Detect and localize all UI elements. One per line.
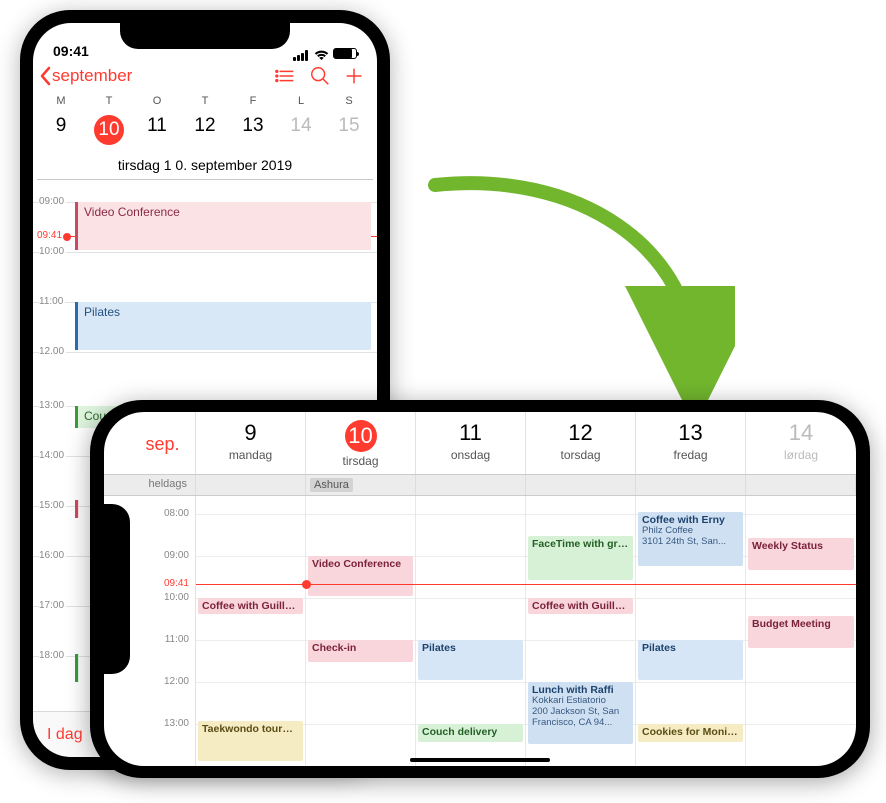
list-view-button[interactable]	[269, 65, 303, 87]
allday-cell[interactable]	[196, 475, 306, 495]
screen-landscape: sep. 9mandag 10tirsdag 11onsdag 12torsda…	[104, 412, 856, 766]
allday-cell[interactable]	[416, 475, 526, 495]
allday-label: heldags	[104, 475, 196, 495]
day-number[interactable]: 15	[325, 111, 373, 149]
event-coffee-erny[interactable]: Coffee with Erny Philz Coffee 3101 24th …	[638, 512, 743, 566]
allday-cell[interactable]	[526, 475, 636, 495]
day-column-header[interactable]: 12torsdag	[526, 412, 636, 474]
weekday-row: M T O T F L S	[37, 95, 373, 107]
event-marker[interactable]	[75, 500, 79, 518]
hour-label: 12:00	[164, 676, 189, 687]
home-indicator[interactable]	[410, 758, 550, 762]
allday-cell[interactable]	[746, 475, 856, 495]
weekday-label: T	[181, 95, 229, 107]
notch	[104, 504, 130, 674]
hour-label: 18:00	[39, 650, 66, 661]
day-column-header[interactable]: 11onsdag	[416, 412, 526, 474]
hour-label: 12.00	[39, 346, 66, 357]
day-number-row: 9 10 11 12 13 14 15	[37, 111, 373, 149]
notch	[120, 23, 290, 49]
event-lunch-raffi[interactable]: Lunch with Raffi Kokkari Estiatorio 200 …	[528, 682, 633, 744]
day-column[interactable]: Weekly Status Budget Meeting	[746, 496, 856, 766]
event-pilates[interactable]: Pilates	[75, 302, 371, 350]
hour-label: 09:00	[39, 196, 66, 207]
event-pilates[interactable]: Pilates	[638, 640, 743, 680]
event-video-conference[interactable]: Video Conference	[75, 202, 371, 250]
add-event-button[interactable]	[337, 65, 371, 87]
day-column-today[interactable]: Video Conference Check-in	[306, 496, 416, 766]
day-column[interactable]: FaceTime with grandma Coffee with Guille…	[526, 496, 636, 766]
now-time-label: 09:41	[164, 578, 189, 589]
hour-label: 09:00	[164, 550, 189, 561]
day-column-header[interactable]: 13fredag	[636, 412, 746, 474]
status-icons	[293, 48, 357, 59]
hour-label: 11:00	[165, 634, 189, 645]
day-column[interactable]: Coffee with Guille... Taekwondo tourname…	[196, 496, 306, 766]
event-pilates[interactable]: Pilates	[418, 640, 523, 680]
event-budget-meeting[interactable]: Budget Meeting	[748, 616, 854, 648]
back-label: september	[52, 66, 132, 86]
event-taekwondo[interactable]: Taekwondo tournament	[198, 721, 303, 761]
nav-bar: september	[33, 61, 377, 95]
allday-cell[interactable]: Ashura	[306, 475, 416, 495]
week-header: sep. 9mandag 10tirsdag 11onsdag 12torsda…	[104, 412, 856, 475]
event-cookies[interactable]: Cookies for Monic...	[638, 724, 743, 742]
day-column-header-today[interactable]: 10tirsdag	[306, 412, 416, 474]
hour-label: 13:00	[164, 718, 189, 729]
weekday-label: O	[133, 95, 181, 107]
day-number[interactable]: 11	[133, 111, 181, 149]
day-number[interactable]: 14	[277, 111, 325, 149]
event-check-in[interactable]: Check-in	[308, 640, 413, 662]
day-column[interactable]: Coffee with Erny Philz Coffee 3101 24th …	[636, 496, 746, 766]
month-button[interactable]: sep.	[104, 412, 196, 474]
hour-label: 11:00	[39, 296, 65, 307]
event-coffee-guille[interactable]: Coffee with Guille...	[198, 598, 303, 614]
allday-cell[interactable]	[636, 475, 746, 495]
hour-label: 08:00	[164, 508, 189, 519]
day-number[interactable]: 12	[181, 111, 229, 149]
battery-icon	[333, 48, 357, 59]
weekday-label: T	[85, 95, 133, 107]
weekday-label: M	[37, 95, 85, 107]
hour-label: 14:00	[39, 450, 66, 461]
hour-label: 17:00	[39, 600, 66, 611]
day-number-today[interactable]: 10	[85, 111, 133, 149]
day-column-header[interactable]: 14lørdag	[746, 412, 856, 474]
day-column-header[interactable]: 9mandag	[196, 412, 306, 474]
event-video-conference[interactable]: Video Conference	[308, 556, 413, 596]
rotation-arrow	[395, 175, 735, 415]
event-marker[interactable]	[75, 654, 79, 682]
device-frame-landscape: sep. 9mandag 10tirsdag 11onsdag 12torsda…	[90, 400, 870, 778]
search-button[interactable]	[303, 65, 337, 87]
allday-event-ashura[interactable]: Ashura	[310, 478, 353, 492]
day-number[interactable]: 13	[229, 111, 277, 149]
hour-label: 15:00	[39, 500, 66, 511]
hour-label: 16:00	[39, 550, 66, 561]
now-time-label: 09:41	[37, 230, 62, 241]
status-time: 09:41	[53, 43, 89, 59]
weekday-label: S	[325, 95, 373, 107]
event-weekly-status[interactable]: Weekly Status	[748, 538, 854, 570]
hour-label: 10:00	[39, 246, 66, 257]
event-couch-delivery[interactable]: Couch delivery	[418, 724, 523, 742]
event-coffee-guille[interactable]: Coffee with Guille...	[528, 598, 633, 614]
hour-label: 13:00	[39, 400, 66, 411]
allday-row: heldags Ashura	[104, 475, 856, 496]
wifi-icon	[314, 48, 329, 59]
hour-label: 10:00	[164, 592, 189, 603]
day-column[interactable]: Pilates Couch delivery	[416, 496, 526, 766]
weekday-label: F	[229, 95, 277, 107]
full-date-label: tirsdag 1 0. september 2019	[37, 157, 373, 180]
cellular-signal-icon	[293, 48, 310, 59]
today-button[interactable]: I dag	[47, 726, 83, 744]
week-header: M T O T F L S 9 10 11 12 13 14 15 tirsda…	[33, 95, 377, 180]
weekday-label: L	[277, 95, 325, 107]
week-grid[interactable]: 08:00 09:00 09:41 10:00 11:00 12:00 13:0…	[104, 496, 856, 766]
event-facetime[interactable]: FaceTime with grandma	[528, 536, 633, 580]
now-indicator	[196, 584, 856, 585]
day-number[interactable]: 9	[37, 111, 85, 149]
back-button[interactable]: september	[39, 66, 132, 86]
